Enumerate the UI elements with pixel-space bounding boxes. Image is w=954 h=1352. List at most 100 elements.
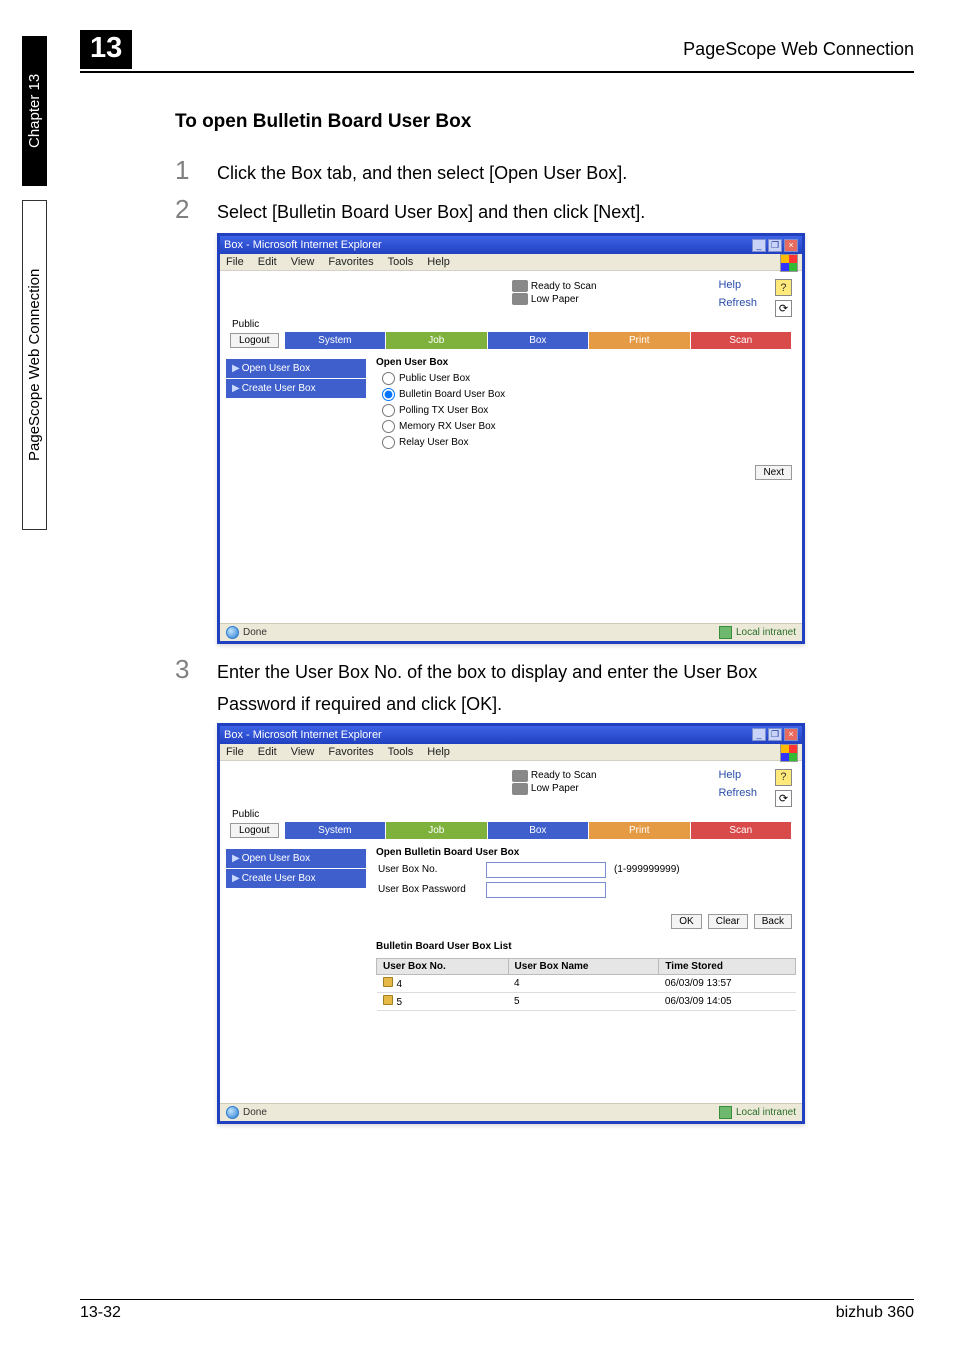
- section-title: To open Bulletin Board User Box: [175, 111, 914, 133]
- minimize-icon[interactable]: _: [752, 728, 766, 741]
- lock-icon: [383, 977, 393, 987]
- userboxno-input[interactable]: [486, 862, 606, 878]
- maximize-icon[interactable]: ❐: [768, 239, 782, 252]
- tab-system[interactable]: System: [285, 332, 386, 349]
- page-footer: 13-32 bizhub 360: [80, 1299, 914, 1322]
- menu-file[interactable]: File: [226, 746, 244, 758]
- radio-input[interactable]: [382, 388, 395, 401]
- status-paper: Low Paper: [531, 783, 579, 794]
- radio-bulletin[interactable]: Bulletin Board User Box: [382, 388, 796, 401]
- next-button[interactable]: Next: [755, 465, 792, 480]
- radio-input[interactable]: [382, 420, 395, 433]
- menu-favorites[interactable]: Favorites: [328, 256, 373, 268]
- logout-button[interactable]: Logout: [230, 823, 279, 838]
- back-button[interactable]: Back: [754, 914, 792, 929]
- refresh-link[interactable]: Refresh: [718, 297, 757, 309]
- tab-box[interactable]: Box: [488, 332, 589, 349]
- nav-open-user-box[interactable]: ▶Open User Box: [226, 359, 366, 378]
- ie-icon: [226, 626, 239, 639]
- help-icon[interactable]: ?: [775, 279, 792, 296]
- refresh-link[interactable]: Refresh: [718, 787, 757, 799]
- clear-button[interactable]: Clear: [708, 914, 748, 929]
- tab-scan[interactable]: Scan: [691, 822, 792, 839]
- table-row[interactable]: 5 5 06/03/09 14:05: [377, 992, 796, 1010]
- radio-input[interactable]: [382, 404, 395, 417]
- radio-label: Bulletin Board User Box: [399, 389, 505, 400]
- close-icon[interactable]: ×: [784, 239, 798, 252]
- userboxno-label: User Box No.: [378, 864, 478, 875]
- maximize-icon[interactable]: ❐: [768, 728, 782, 741]
- menubar: File Edit View Favorites Tools Help: [220, 744, 802, 761]
- menu-tools[interactable]: Tools: [388, 256, 414, 268]
- ie-icon: [226, 1106, 239, 1119]
- menu-tools[interactable]: Tools: [388, 746, 414, 758]
- tab-print[interactable]: Print: [589, 822, 690, 839]
- tab-system[interactable]: System: [285, 822, 386, 839]
- radio-input[interactable]: [382, 436, 395, 449]
- step-2-text: Select [Bulletin Board User Box] and the…: [217, 200, 645, 225]
- table-header-row: User Box No. User Box Name Time Stored: [377, 958, 796, 974]
- step-number: 1: [175, 155, 217, 186]
- page-header: 13 PageScope Web Connection: [80, 30, 914, 73]
- nav-create-user-box[interactable]: ▶Create User Box: [226, 869, 366, 888]
- menubar: File Edit View Favorites Tools Help: [220, 254, 802, 271]
- userboxpw-input[interactable]: [486, 882, 606, 898]
- zone-label: Local intranet: [736, 627, 796, 638]
- cell-time: 06/03/09 14:05: [659, 992, 796, 1010]
- step-1: 1 Click the Box tab, and then select [Op…: [175, 155, 914, 186]
- device-status: Ready to Scan Low Paper: [512, 769, 597, 796]
- nav-create-user-box[interactable]: ▶Create User Box: [226, 379, 366, 398]
- lock-icon: [383, 995, 393, 1005]
- ok-button[interactable]: OK: [671, 914, 701, 929]
- menu-help[interactable]: Help: [427, 256, 450, 268]
- tab-job[interactable]: Job: [386, 332, 487, 349]
- statusbar: Done Local intranet: [220, 623, 802, 641]
- help-link[interactable]: Help: [718, 279, 741, 291]
- left-nav: ▶Open User Box ▶Create User Box: [226, 847, 366, 1097]
- radio-public[interactable]: Public User Box: [382, 372, 796, 385]
- refresh-icon[interactable]: [775, 790, 792, 807]
- help-icon[interactable]: ?: [775, 769, 792, 786]
- device-status: Ready to Scan Low Paper: [512, 279, 597, 306]
- table-row[interactable]: 4 4 06/03/09 13:57: [377, 974, 796, 992]
- menu-help[interactable]: Help: [427, 746, 450, 758]
- zone-label: Local intranet: [736, 1107, 796, 1118]
- step-1-text: Click the Box tab, and then select [Open…: [217, 161, 627, 186]
- radio-polling[interactable]: Polling TX User Box: [382, 404, 796, 417]
- col-name: User Box Name: [508, 958, 659, 974]
- windows-logo-icon: [780, 254, 798, 272]
- tab-print[interactable]: Print: [589, 332, 690, 349]
- radio-memory[interactable]: Memory RX User Box: [382, 420, 796, 433]
- menu-file[interactable]: File: [226, 256, 244, 268]
- menu-view[interactable]: View: [291, 746, 315, 758]
- help-link[interactable]: Help: [718, 769, 741, 781]
- radio-relay[interactable]: Relay User Box: [382, 436, 796, 449]
- minimize-icon[interactable]: _: [752, 239, 766, 252]
- ie-window-1: Box - Microsoft Internet Explorer _ ❐ × …: [217, 233, 805, 644]
- menu-edit[interactable]: Edit: [258, 256, 277, 268]
- ie-window-2: Box - Microsoft Internet Explorer _ ❐ × …: [217, 723, 805, 1124]
- tab-job[interactable]: Job: [386, 822, 487, 839]
- col-time: Time Stored: [659, 958, 796, 974]
- radio-label: Public User Box: [399, 373, 470, 384]
- menu-view[interactable]: View: [291, 256, 315, 268]
- nav-open-user-box[interactable]: ▶Open User Box: [226, 849, 366, 868]
- window-title: Box - Microsoft Internet Explorer: [224, 729, 382, 741]
- triangle-icon: ▶: [232, 853, 240, 864]
- nav-open-label: Open User Box: [242, 853, 310, 864]
- titlebar: Box - Microsoft Internet Explorer _ ❐ ×: [220, 726, 802, 744]
- tab-box[interactable]: Box: [488, 822, 589, 839]
- logout-button[interactable]: Logout: [230, 333, 279, 348]
- close-icon[interactable]: ×: [784, 728, 798, 741]
- menu-favorites[interactable]: Favorites: [328, 746, 373, 758]
- statusbar: Done Local intranet: [220, 1103, 802, 1121]
- refresh-icon[interactable]: [775, 300, 792, 317]
- radio-input[interactable]: [382, 372, 395, 385]
- footer-right: bizhub 360: [836, 1304, 914, 1322]
- userboxno-hint: (1-999999999): [614, 864, 680, 875]
- nav-create-label: Create User Box: [242, 873, 316, 884]
- tab-scan[interactable]: Scan: [691, 332, 792, 349]
- chapter-number: 13: [80, 30, 132, 69]
- step-3-text-b: Password if required and click [OK].: [217, 692, 914, 717]
- menu-edit[interactable]: Edit: [258, 746, 277, 758]
